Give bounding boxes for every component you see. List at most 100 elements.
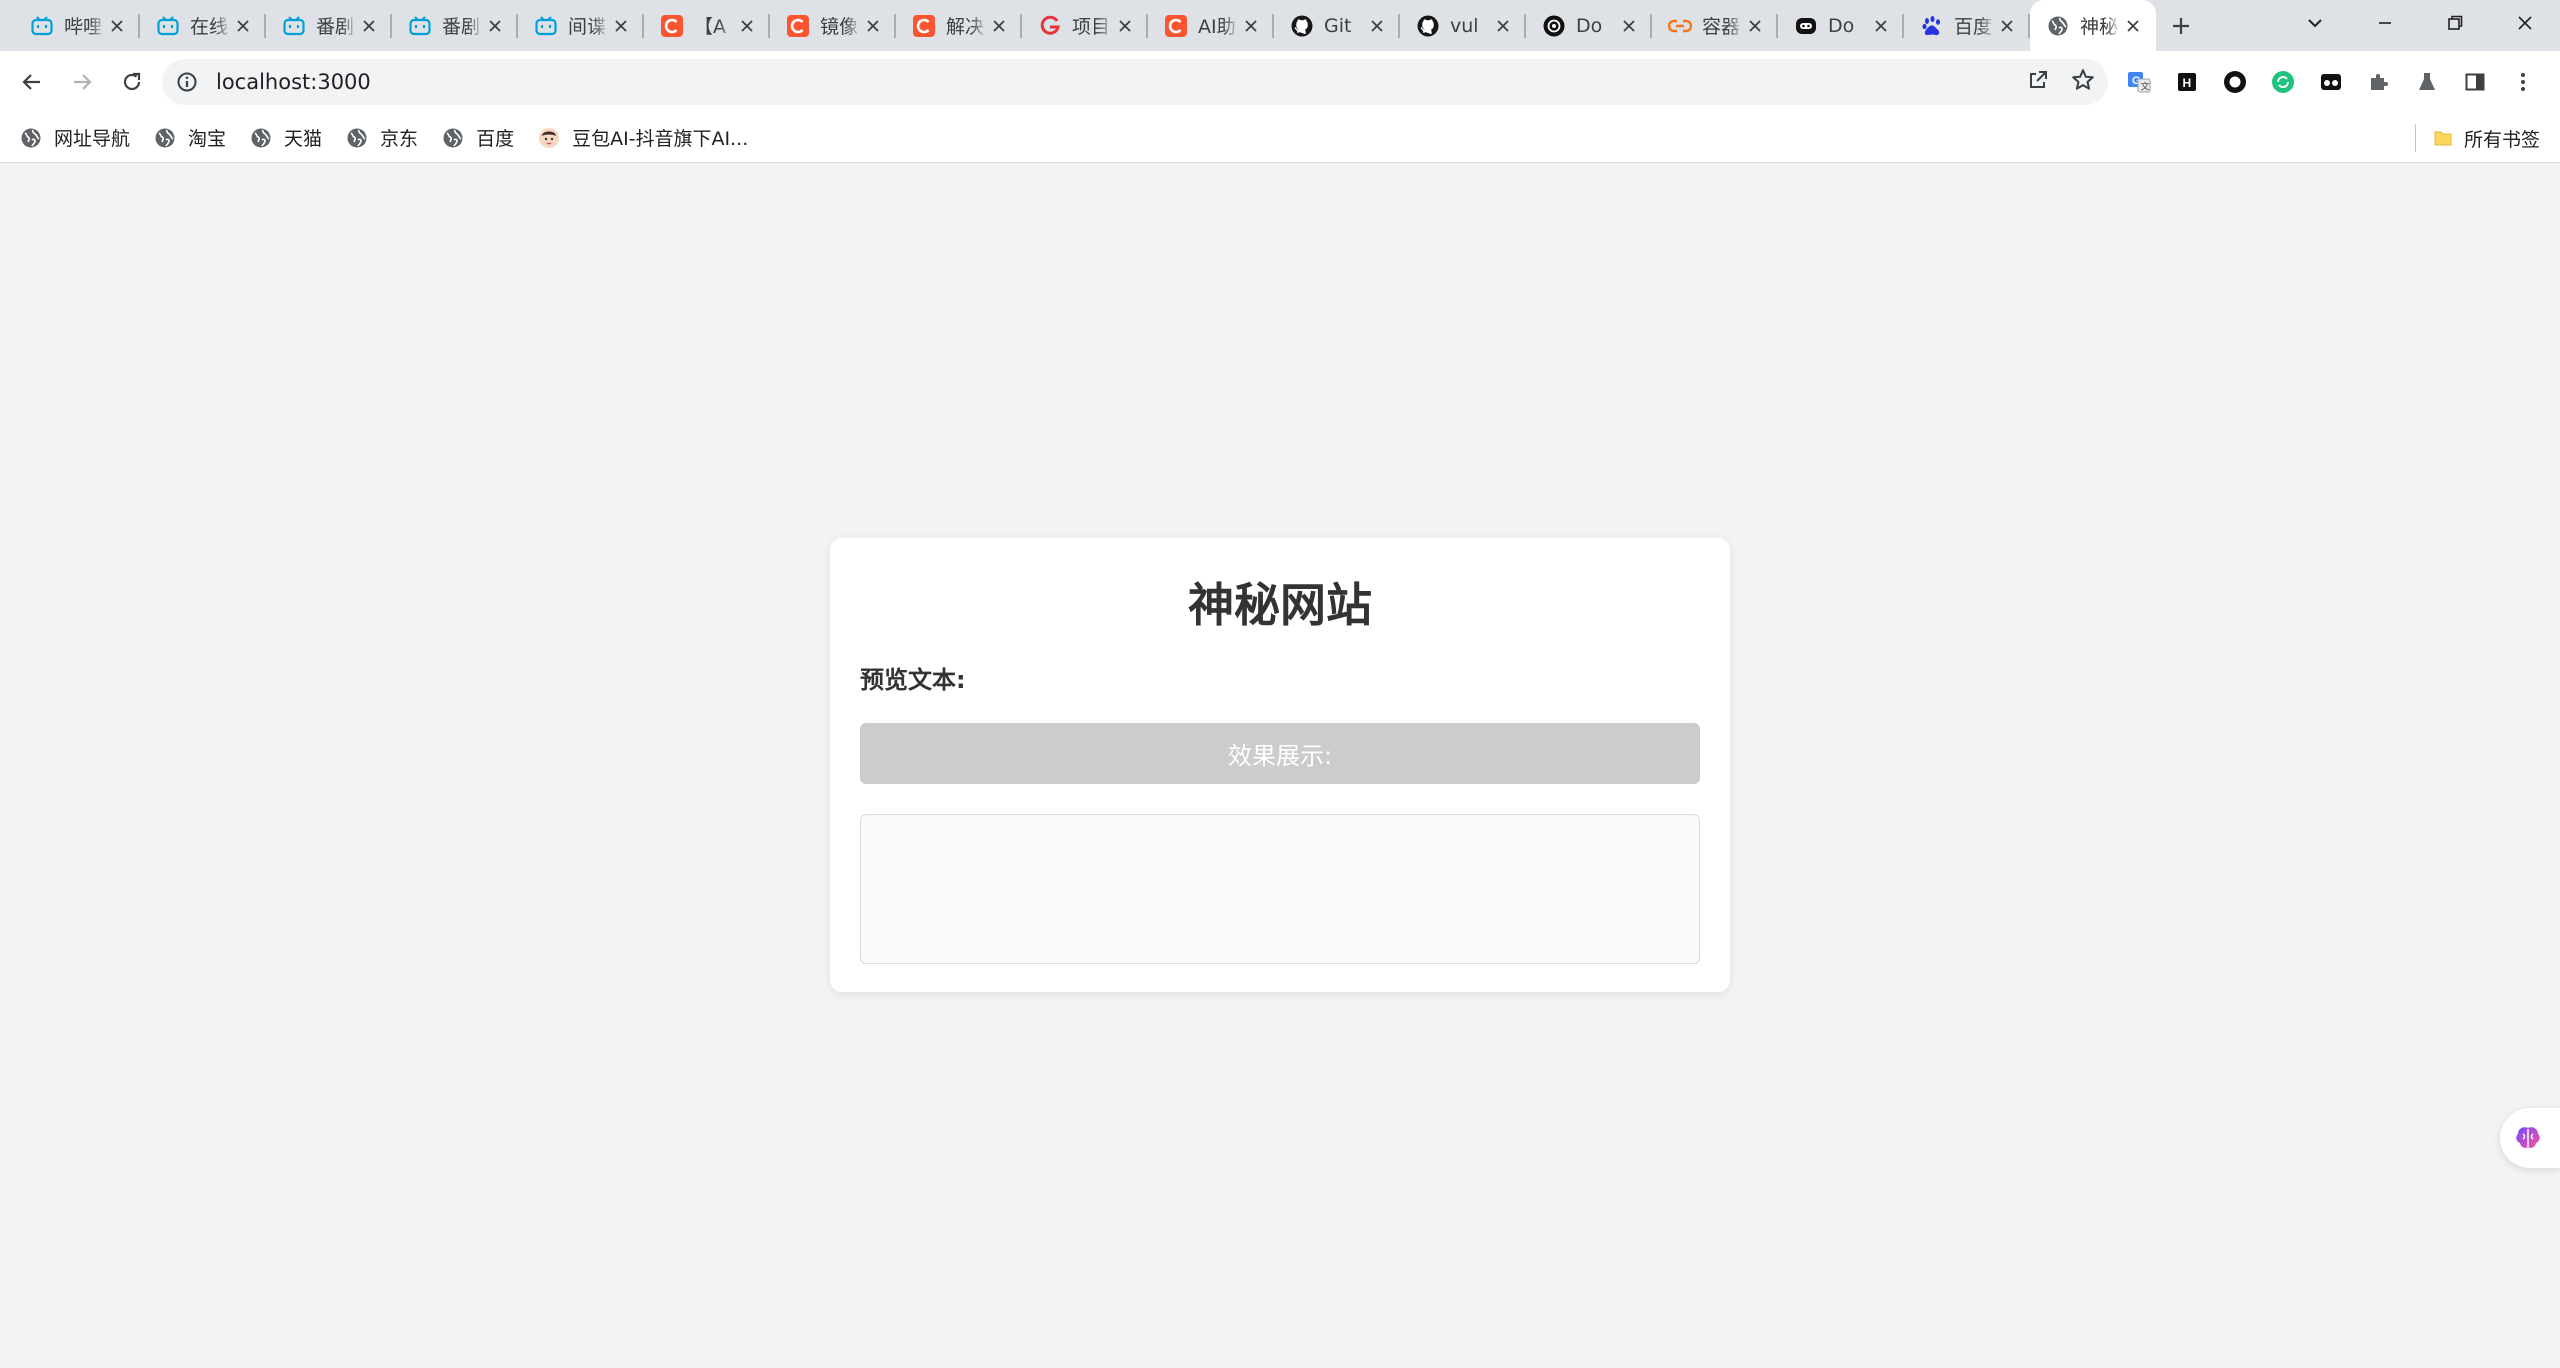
bookmark-item[interactable]: 京东 — [346, 124, 418, 151]
tab-close-icon[interactable] — [988, 15, 1010, 37]
all-bookmarks[interactable]: 所有书签 — [2414, 113, 2540, 163]
globe-icon — [250, 127, 272, 149]
minimize-icon[interactable] — [2350, 0, 2420, 46]
bookmark-label: 百度 — [476, 128, 515, 150]
back-icon[interactable] — [8, 58, 56, 106]
tab-title: 神秘 — [2080, 16, 2119, 38]
tab-close-icon[interactable] — [358, 15, 380, 37]
svg-text:H: H — [2183, 76, 2192, 90]
tab-title: Do — [1576, 14, 1603, 37]
preview-text-label: 预览文本: — [860, 666, 966, 694]
effect-display-button[interactable]: 效果展示: — [860, 723, 1700, 784]
restore-icon[interactable] — [2420, 0, 2490, 46]
bookmark-item[interactable]: 豆包AI-抖音旗下AI... — [538, 124, 748, 151]
tab-close-icon[interactable] — [1744, 15, 1766, 37]
tab-strip: 哔哩 在线 番剧 番剧 间谍 【A 镜像 解决 项目 AI助 Git vul Do 容器 Do 百度 神秘 — [0, 0, 2560, 51]
translate-extension-icon[interactable]: G文 — [2122, 65, 2156, 99]
tab-search-icon[interactable] — [2280, 0, 2350, 46]
csdn-icon — [912, 14, 936, 38]
menu-kebab-icon[interactable] — [2506, 65, 2540, 99]
tab-close-icon[interactable] — [862, 15, 884, 37]
tab[interactable]: 项目 — [1022, 0, 1148, 51]
bookmark-item[interactable]: 天猫 — [250, 124, 322, 151]
bilibili-icon — [156, 14, 180, 38]
tab[interactable]: 在线 — [140, 0, 266, 51]
bookmark-item[interactable]: 网址导航 — [20, 124, 130, 151]
tab[interactable]: Do — [1526, 0, 1652, 51]
tab[interactable]: Git — [1274, 0, 1400, 51]
tab-close-icon[interactable] — [1114, 15, 1136, 37]
globe-icon — [154, 127, 176, 149]
tab-close-icon[interactable] — [736, 15, 758, 37]
flask-labs-icon[interactable] — [2410, 65, 2444, 99]
bookmark-label: 豆包AI-抖音旗下AI... — [572, 128, 749, 150]
bookmark-star-icon[interactable] — [2070, 67, 2096, 97]
svg-text:文: 文 — [2141, 81, 2150, 93]
bookmark-label: 京东 — [380, 128, 419, 150]
tab[interactable]: 番剧 — [266, 0, 392, 51]
url-text[interactable]: localhost:3000 — [216, 70, 371, 94]
tab-close-icon[interactable] — [1240, 15, 1262, 37]
circle-extension-icon[interactable] — [2218, 65, 2252, 99]
extensions-area: G文 H — [2122, 51, 2540, 113]
close-window-icon[interactable] — [2490, 0, 2560, 46]
tab[interactable]: 番剧 — [392, 0, 518, 51]
tab-close-icon[interactable] — [484, 15, 506, 37]
h-extension-icon[interactable]: H — [2170, 65, 2204, 99]
tab[interactable]: 间谍 — [518, 0, 644, 51]
tab[interactable]: 哔哩 — [14, 0, 140, 51]
tab-title: 番剧 — [316, 16, 355, 38]
tab-close-icon[interactable] — [1366, 15, 1388, 37]
tab-close-icon[interactable] — [1996, 15, 2018, 37]
tab-close-icon[interactable] — [2122, 15, 2144, 37]
tab[interactable]: 容器 — [1652, 0, 1778, 51]
tab[interactable]: 镜像 — [770, 0, 896, 51]
tab-close-icon[interactable] — [106, 15, 128, 37]
tab[interactable]: vul — [1400, 0, 1526, 51]
reload-icon[interactable] — [108, 58, 156, 106]
tab-title: 百度 — [1954, 16, 1993, 38]
site-info-icon[interactable] — [164, 71, 210, 93]
tab-close-icon[interactable] — [232, 15, 254, 37]
tab[interactable]: AI助 — [1148, 0, 1274, 51]
tab-active[interactable]: 神秘 — [2030, 0, 2156, 51]
page-viewport: 神秘网站 预览文本: 效果展示: — [0, 164, 2560, 1368]
share-icon[interactable] — [2026, 68, 2050, 96]
bilibili-icon — [30, 14, 54, 38]
glasses-extension-icon[interactable] — [2314, 65, 2348, 99]
brain-icon — [2512, 1122, 2544, 1154]
sync-extension-icon[interactable] — [2266, 65, 2300, 99]
address-bar[interactable]: localhost:3000 — [162, 59, 2108, 105]
tab-list: 哔哩 在线 番剧 番剧 间谍 【A 镜像 解决 项目 AI助 Git vul Do 容器 Do 百度 神秘 — [0, 0, 2206, 51]
new-tab-plus-icon[interactable] — [2156, 0, 2206, 51]
bilibili-icon — [282, 14, 306, 38]
side-panel-icon[interactable] — [2458, 65, 2492, 99]
tab-close-icon[interactable] — [1492, 15, 1514, 37]
tab[interactable]: Do — [1778, 0, 1904, 51]
bilibili-icon — [534, 14, 558, 38]
page-title: 神秘网站 — [1188, 578, 1372, 632]
csdn-icon — [660, 14, 684, 38]
tab-close-icon[interactable] — [1618, 15, 1640, 37]
tab[interactable]: 【A — [644, 0, 770, 51]
baidu-icon — [1920, 14, 1944, 38]
tab-title: AI助 — [1198, 16, 1236, 38]
globe-icon — [20, 127, 42, 149]
tab-close-icon[interactable] — [1870, 15, 1892, 37]
bookmark-item[interactable]: 百度 — [442, 124, 514, 151]
tab-title: 番剧 — [442, 16, 481, 38]
tab-title: 容器 — [1702, 16, 1741, 38]
forward-icon[interactable] — [58, 58, 106, 106]
bookmark-item[interactable]: 淘宝 — [154, 124, 226, 151]
link-icon — [1668, 14, 1692, 38]
tab-title: 哔哩 — [64, 16, 103, 38]
bookmark-label: 淘宝 — [188, 128, 227, 150]
globe-icon — [346, 127, 368, 149]
tab-close-icon[interactable] — [610, 15, 632, 37]
tab[interactable]: 解决 — [896, 0, 1022, 51]
tab-title: Do — [1828, 14, 1855, 37]
tab[interactable]: 百度 — [1904, 0, 2030, 51]
extensions-puzzle-icon[interactable] — [2362, 65, 2396, 99]
floating-assistant-button[interactable] — [2500, 1108, 2560, 1168]
result-output-box — [860, 814, 1700, 964]
